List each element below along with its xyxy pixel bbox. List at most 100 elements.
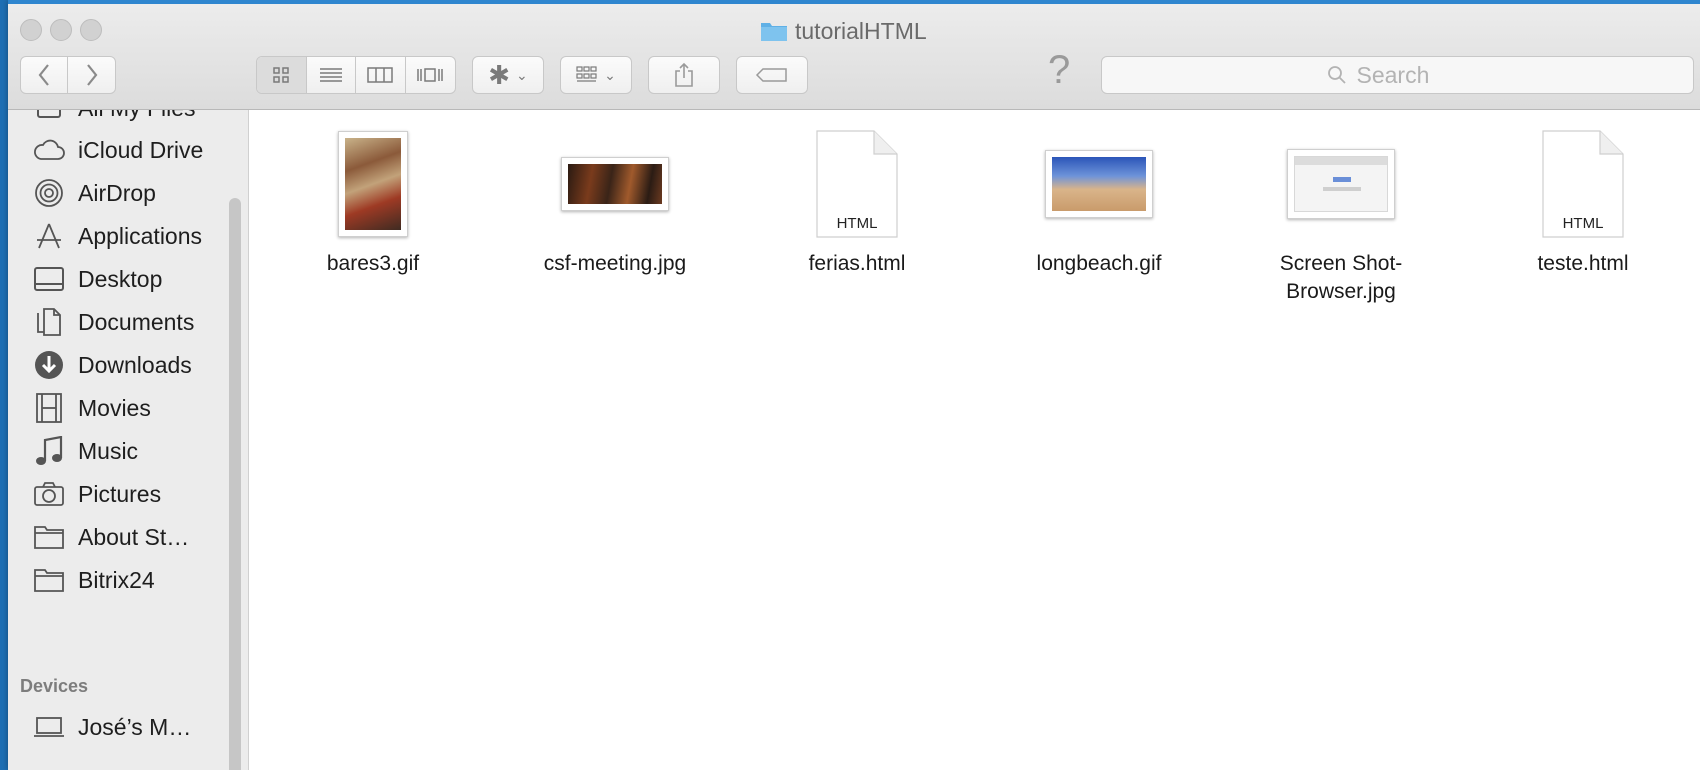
chevron-down-icon: ⌄ — [604, 66, 616, 83]
icon-view-button[interactable] — [257, 57, 307, 93]
sidebar-item-movies[interactable]: Movies — [32, 388, 151, 428]
arrange-grid-icon — [576, 66, 597, 82]
folder-icon — [32, 563, 66, 597]
html-document-icon: HTML — [816, 130, 898, 238]
sidebar-item-applications[interactable]: Applications — [32, 216, 202, 256]
sidebar-item-airdrop[interactable]: AirDrop — [32, 173, 156, 213]
action-menu-button[interactable]: ✱ ⌄ — [472, 56, 544, 94]
sidebar-item-label: All My Files — [78, 110, 196, 122]
chevron-right-icon — [86, 64, 97, 86]
file-thumbnail — [505, 124, 725, 244]
desktop-icon — [32, 262, 66, 296]
laptop-icon — [32, 710, 66, 744]
sidebar-item-all-my-files[interactable]: All My Files — [32, 110, 196, 128]
movies-icon — [32, 391, 66, 425]
sidebar-section-devices: Devices — [20, 676, 89, 696]
file-item[interactable]: Screen Shot-Browser.jpg — [1231, 124, 1451, 306]
share-button[interactable] — [648, 56, 720, 94]
search-input[interactable] — [1354, 60, 1469, 90]
window-title: tutorialHTML — [760, 16, 927, 46]
search-icon — [1327, 66, 1346, 84]
column-view-button[interactable] — [356, 57, 406, 93]
sidebar-item-label: AirDrop — [78, 179, 156, 206]
file-thumbnail — [263, 124, 483, 244]
folder-icon — [32, 520, 66, 554]
icon-view-icon — [273, 67, 289, 83]
tag-button[interactable] — [736, 56, 808, 94]
downloads-icon — [32, 348, 66, 382]
file-name: bares3.gif — [326, 252, 420, 275]
file-name: Screen Shot-Browser.jpg — [1279, 252, 1403, 303]
back-button[interactable] — [21, 57, 68, 93]
sidebar-item-label: Desktop — [78, 265, 163, 292]
music-icon — [32, 434, 66, 468]
applications-icon — [32, 219, 66, 253]
sidebar-item-desktop[interactable]: Desktop — [32, 259, 162, 299]
file-type-badge: HTML — [836, 215, 878, 232]
zoom-button[interactable] — [80, 19, 102, 41]
column-view-icon — [367, 67, 393, 83]
sidebar-item-label: Movies — [78, 394, 151, 421]
all-files-icon — [32, 110, 66, 125]
close-button[interactable] — [20, 19, 42, 41]
nav-buttons — [20, 56, 116, 94]
file-name: csf-meeting.jpg — [543, 252, 687, 275]
file-thumbnail: HTML — [1473, 124, 1693, 244]
chevron-left-icon — [38, 64, 49, 86]
camera-icon — [32, 477, 66, 511]
sidebar: All My Files iCloud Drive AirDrop Applic… — [8, 110, 249, 770]
sidebar-item-bitrix24[interactable]: Bitrix24 — [32, 560, 155, 600]
title-bar: tutorialHTML ✱ ⌄ ⌄ ? Search — [8, 4, 1700, 110]
sidebar-item-label: José’s M… — [78, 713, 192, 740]
sidebar-item-label: About St… — [78, 523, 190, 550]
sidebar-scrollbar[interactable] — [229, 198, 241, 770]
file-name: longbeach.gif — [1036, 252, 1162, 275]
window-title-text: tutorialHTML — [795, 17, 927, 44]
sidebar-item-label: Downloads — [78, 351, 192, 378]
file-item[interactable]: HTML teste.html — [1473, 124, 1693, 278]
html-document-icon: HTML — [1542, 130, 1624, 238]
file-thumbnail — [989, 124, 1209, 244]
sidebar-item-pictures[interactable]: Pictures — [32, 474, 161, 514]
sidebar-item-about[interactable]: About St… — [32, 517, 189, 557]
sidebar-item-label: iCloud Drive — [78, 136, 204, 163]
list-view-icon — [319, 68, 342, 82]
file-thumbnail: HTML — [747, 124, 967, 244]
folder-icon — [760, 20, 788, 42]
sidebar-item-label: Applications — [78, 222, 203, 249]
sidebar-item-music[interactable]: Music — [32, 431, 138, 471]
gear-icon: ✱ — [488, 60, 511, 90]
sidebar-item-documents[interactable]: Documents — [32, 302, 194, 342]
file-item[interactable]: bares3.gif — [263, 124, 483, 278]
file-name: teste.html — [1537, 252, 1629, 275]
finder-window: tutorialHTML ✱ ⌄ ⌄ ? Search iCloud Drive… — [8, 0, 1700, 770]
file-item[interactable]: HTML ferias.html — [747, 124, 967, 278]
forward-button[interactable] — [68, 57, 115, 93]
sidebar-item-icloud-drive[interactable]: iCloud Drive — [32, 130, 203, 170]
file-item[interactable]: csf-meeting.jpg — [505, 124, 725, 278]
file-item[interactable]: longbeach.gif — [989, 124, 1209, 278]
airdrop-icon — [32, 176, 66, 210]
cover-flow-button[interactable] — [406, 57, 456, 93]
tag-icon — [755, 68, 787, 82]
chevron-down-icon: ⌄ — [516, 66, 528, 83]
list-view-button[interactable] — [307, 57, 356, 93]
share-icon — [675, 62, 693, 87]
minimize-button[interactable] — [50, 19, 72, 41]
file-name: ferias.html — [808, 252, 906, 275]
documents-icon — [32, 305, 66, 339]
help-button[interactable]: ? — [1048, 48, 1070, 93]
sidebar-item-device[interactable]: José’s M… — [32, 707, 191, 747]
sidebar-item-label: Music — [78, 437, 139, 464]
sidebar-item-label: Pictures — [78, 480, 162, 507]
sidebar-item-label: Documents — [78, 308, 195, 335]
sidebar-item-downloads[interactable]: Downloads — [32, 345, 192, 385]
arrange-menu-button[interactable]: ⌄ — [560, 56, 632, 94]
file-thumbnail — [1231, 124, 1451, 244]
sidebar-item-label: Bitrix24 — [78, 566, 155, 593]
file-browser: bares3.gif csf-meeting.jpg HTML ferias.h… — [249, 110, 1700, 770]
cover-flow-icon — [417, 68, 443, 82]
file-type-badge: HTML — [1562, 215, 1604, 232]
view-mode-control — [256, 56, 456, 94]
search-field[interactable] — [1101, 56, 1694, 94]
